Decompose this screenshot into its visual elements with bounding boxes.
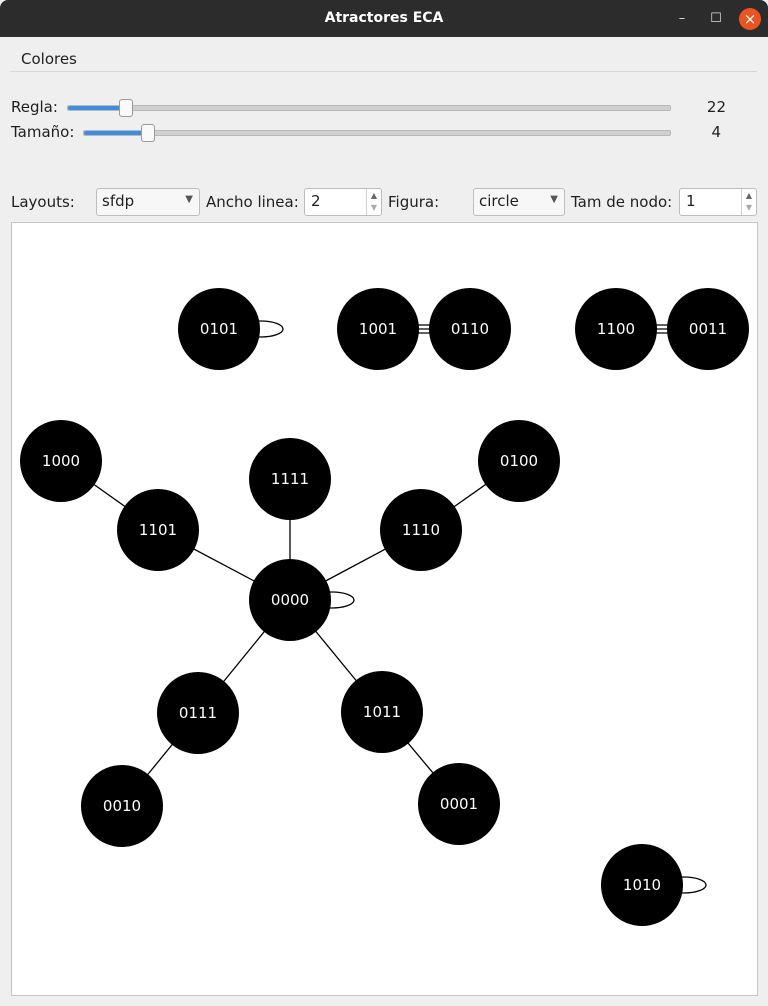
node-label-0000: 0000 xyxy=(271,591,309,609)
chevron-down-icon: ▼ xyxy=(550,194,558,205)
tamano-label: Tamaño: xyxy=(11,123,75,141)
figura-select[interactable]: circle ▼ xyxy=(473,188,565,216)
layouts-select[interactable]: sfdp ▼ xyxy=(96,188,200,216)
ancho-value: 2 xyxy=(311,192,321,210)
tam-nodo-spinbox[interactable]: 1 ▲ ▼ xyxy=(679,188,757,216)
node-label-0100: 0100 xyxy=(500,452,538,470)
node-label-1100: 1100 xyxy=(597,320,635,338)
decrement-icon[interactable]: ▼ xyxy=(367,202,381,214)
regla-slider-fill xyxy=(68,106,125,110)
graph-drawing: 0101 1001 0110 1100 0011 1000 1111 0100 1101 1110… xyxy=(20,288,749,926)
menu-colores[interactable]: Colores xyxy=(21,50,77,68)
regla-label: Regla: xyxy=(11,98,58,116)
tamano-slider[interactable] xyxy=(83,124,671,142)
title-bar: Atractores ECA – ☐ × xyxy=(0,0,768,37)
regla-slider[interactable] xyxy=(67,99,671,117)
node-label-0010: 0010 xyxy=(103,797,141,815)
layouts-label: Layouts: xyxy=(11,193,75,211)
regla-slider-handle[interactable] xyxy=(119,99,133,117)
tam-nodo-label: Tam de nodo: xyxy=(571,193,673,211)
increment-icon[interactable]: ▲ xyxy=(742,190,756,202)
minimize-icon[interactable]: – xyxy=(671,8,693,30)
maximize-icon[interactable]: ☐ xyxy=(705,8,727,30)
node-label-1001: 1001 xyxy=(359,320,397,338)
layouts-select-value: sfdp xyxy=(102,192,135,210)
ancho-label: Ancho linea: xyxy=(206,193,299,211)
node-label-1101: 1101 xyxy=(139,521,177,539)
ancho-spinbox[interactable]: 2 ▲ ▼ xyxy=(304,188,382,216)
tamano-value: 4 xyxy=(711,123,721,141)
node-label-0110: 0110 xyxy=(451,320,489,338)
node-label-1111: 1111 xyxy=(271,470,309,488)
node-label-0111: 0111 xyxy=(179,704,217,722)
tam-nodo-value: 1 xyxy=(686,192,696,210)
menu-bar: Colores xyxy=(10,37,757,72)
node-label-1011: 1011 xyxy=(363,703,401,721)
tamano-slider-handle[interactable] xyxy=(141,124,155,142)
node-label-0011: 0011 xyxy=(689,320,727,338)
ancho-stepper: ▲ ▼ xyxy=(366,189,381,215)
window-title: Atractores ECA xyxy=(324,10,444,26)
node-label-0001: 0001 xyxy=(440,795,478,813)
figura-select-value: circle xyxy=(479,192,519,210)
graph-canvas[interactable]: 0101 1001 0110 1100 0011 1000 1111 0100 1101 1110… xyxy=(11,222,758,996)
increment-icon[interactable]: ▲ xyxy=(367,190,381,202)
chevron-down-icon: ▼ xyxy=(185,194,193,205)
tamano-slider-fill xyxy=(84,131,147,135)
close-icon[interactable]: × xyxy=(739,8,761,30)
node-label-1000: 1000 xyxy=(42,452,80,470)
figura-label: Figura: xyxy=(388,193,440,211)
regla-value: 22 xyxy=(706,98,726,116)
node-label-1010: 1010 xyxy=(623,876,661,894)
tam-nodo-stepper: ▲ ▼ xyxy=(741,189,756,215)
node-label-0101: 0101 xyxy=(200,320,238,338)
decrement-icon[interactable]: ▼ xyxy=(742,202,756,214)
node-label-1110: 1110 xyxy=(402,521,440,539)
